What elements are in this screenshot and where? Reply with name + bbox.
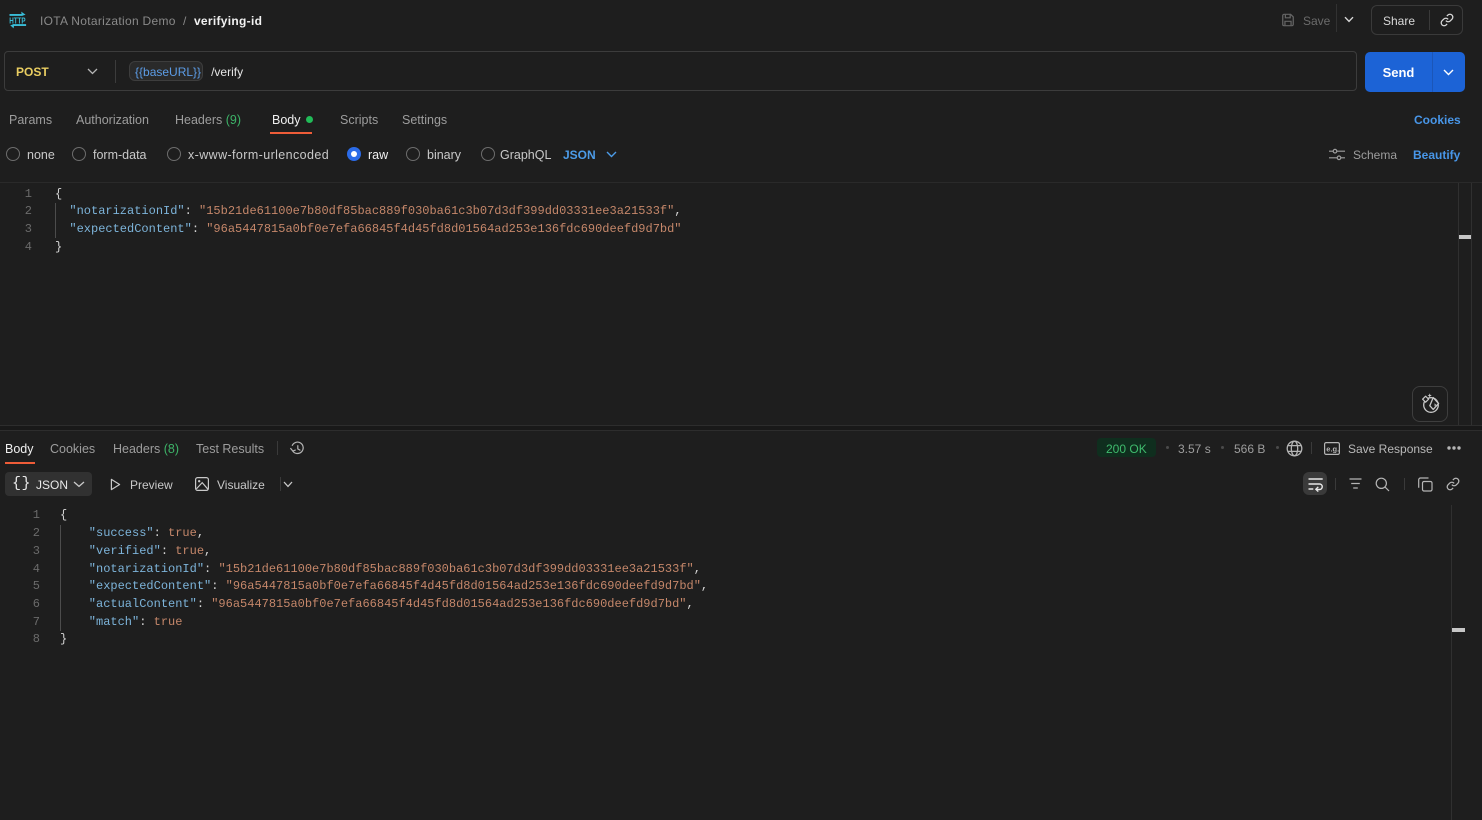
svg-text:e.g.: e.g.: [1326, 444, 1339, 453]
svg-text:HTTP: HTTP: [9, 15, 26, 25]
